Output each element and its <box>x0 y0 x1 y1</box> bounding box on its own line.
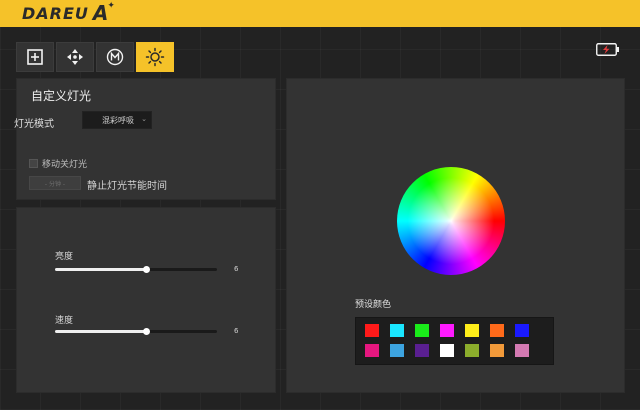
color-swatch[interactable] <box>415 344 429 357</box>
preset-colors-title: 预设颜色 <box>355 300 392 310</box>
chevron-down-icon: ⌄ <box>141 115 147 123</box>
lighting-mode-value: 混彩呼吸 <box>102 115 134 125</box>
lighting-mode-label: 灯光模式 <box>14 119 54 130</box>
brightness-label: 亮度 <box>55 252 74 262</box>
color-swatch[interactable] <box>490 324 504 337</box>
speed-slider[interactable] <box>55 328 217 335</box>
brightness-slider-thumb[interactable] <box>142 266 150 273</box>
color-swatch[interactable] <box>415 324 429 337</box>
speed-slider-fill <box>55 330 146 333</box>
brightness-value: 6 <box>234 265 239 273</box>
tool-button-keys[interactable] <box>16 42 54 72</box>
brightness-slider-fill <box>55 268 146 271</box>
color-swatch[interactable] <box>390 344 404 357</box>
preset-colors-grid <box>355 317 554 365</box>
plus-square-icon <box>27 49 43 65</box>
tool-button-macro[interactable] <box>96 42 134 72</box>
color-wheel[interactable] <box>397 167 505 275</box>
color-swatch[interactable] <box>390 324 404 337</box>
move-off-label: 移动关灯光 <box>42 160 88 170</box>
sun-light-icon <box>145 47 165 67</box>
macro-m-icon <box>106 48 124 66</box>
color-swatch[interactable] <box>465 344 479 357</box>
color-swatch[interactable] <box>490 344 504 357</box>
tool-button-lighting[interactable] <box>136 42 174 72</box>
mode-toolbar <box>16 42 174 72</box>
lighting-title: 自定义灯光 <box>31 89 92 103</box>
tool-button-dpi[interactable] <box>56 42 94 72</box>
app-window: DAREU A ✦ 自定义灯光 灯光模式 混彩呼吸 ⌄ 移动关灯光 - 分钟 -… <box>0 0 640 410</box>
move-off-checkbox[interactable] <box>29 159 38 168</box>
lighting-mode-select[interactable]: 混彩呼吸 ⌄ <box>82 111 152 129</box>
color-swatch[interactable] <box>365 344 379 357</box>
logo-text: DAREU <box>22 4 89 23</box>
color-swatch[interactable] <box>465 324 479 337</box>
dpad-move-icon <box>67 49 83 65</box>
speed-slider-thumb[interactable] <box>142 328 150 335</box>
color-swatch[interactable] <box>515 324 529 337</box>
color-swatch[interactable] <box>440 344 454 357</box>
idle-time-input[interactable]: - 分钟 - <box>29 176 81 190</box>
speed-value: 6 <box>234 327 239 335</box>
logo-star-icon: ✦ <box>107 0 115 11</box>
color-swatch[interactable] <box>515 344 529 357</box>
speed-label: 速度 <box>55 316 74 326</box>
color-swatch[interactable] <box>365 324 379 337</box>
color-swatch[interactable] <box>440 324 454 337</box>
idle-time-label: 静止灯光节能时间 <box>87 181 167 192</box>
brightness-slider[interactable] <box>55 266 217 273</box>
title-bar: DAREU A ✦ <box>0 0 640 27</box>
logo-mark: A <box>92 0 109 25</box>
battery-charging-icon <box>596 43 619 56</box>
move-off-row: 移动关灯光 <box>29 157 87 170</box>
sliders-panel <box>16 207 276 393</box>
battery-status <box>596 41 620 60</box>
